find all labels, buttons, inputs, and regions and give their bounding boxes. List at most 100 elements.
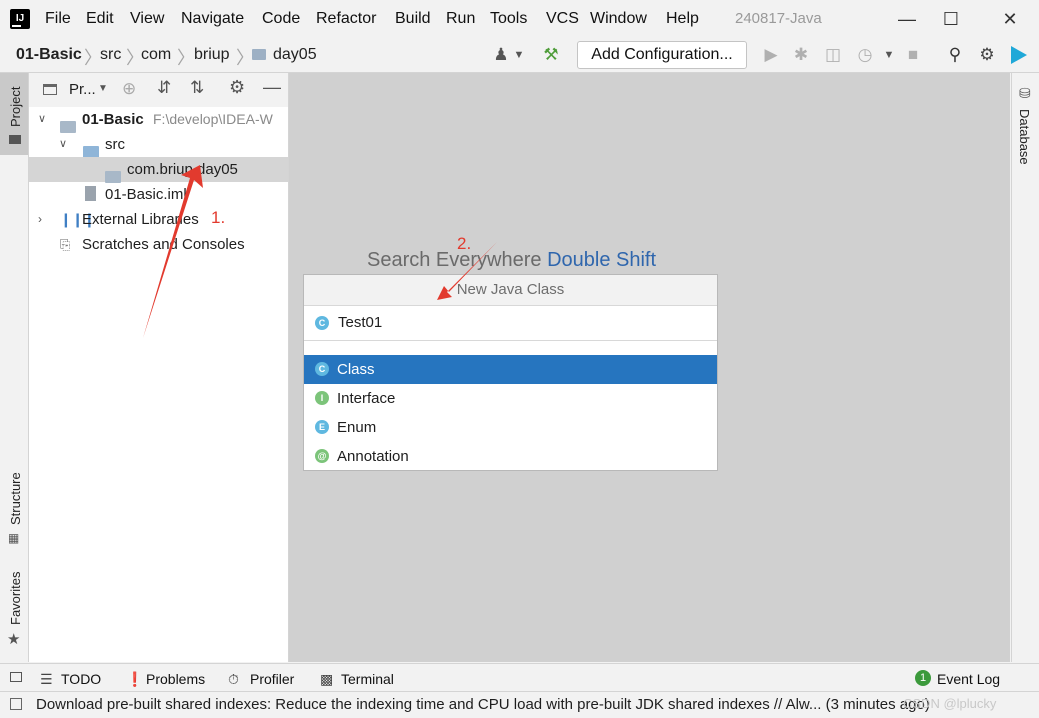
database-tab-label[interactable]: Database <box>1017 109 1032 165</box>
coverage-icon[interactable]: ◫ <box>822 44 844 66</box>
profiler-icon: ⏱ <box>228 671 239 687</box>
event-log-tab[interactable]: Event Log <box>937 671 1000 687</box>
run-icon[interactable]: ▶ <box>760 44 782 66</box>
panel-settings-gear-icon[interactable]: ⚙ <box>229 77 245 98</box>
breadcrumb-briup[interactable]: briup <box>194 46 230 64</box>
class-c-icon: C <box>315 362 329 376</box>
tree-row-package-selected[interactable]: com.briup.day05 <box>29 157 288 184</box>
menu-edit[interactable]: Edit <box>86 10 114 28</box>
kind-option-annotation[interactable]: @ Annotation <box>304 442 717 471</box>
menu-view[interactable]: View <box>130 10 164 28</box>
tree-row-src[interactable]: ∨ src <box>29 132 288 159</box>
left-tool-stripe: Project Structure ▦ Favorites ★ <box>0 73 29 662</box>
breadcrumb-separator-icon: 〉 <box>177 48 195 68</box>
problems-tab[interactable]: Problems <box>146 671 205 687</box>
menu-navigate[interactable]: Navigate <box>181 10 244 28</box>
minimize-icon[interactable]: — <box>896 8 918 30</box>
problems-icon: ❗ <box>126 671 144 687</box>
menu-tools[interactable]: Tools <box>490 10 527 28</box>
menu-window[interactable]: Window <box>590 10 647 28</box>
kind-option-class[interactable]: C Class <box>304 355 717 384</box>
menu-file[interactable]: File <box>45 10 71 28</box>
project-tool-window: Pr... ▼ ⊕ ⇵ ⇅ ⚙ — ∨ 01-Basic F:\develop\… <box>29 73 289 662</box>
scratches-icon: ⎘ <box>60 237 71 252</box>
navigation-bar: 01-Basic 〉 src 〉 com 〉 briup 〉 day05 ♟ ▼… <box>0 38 1039 73</box>
chevron-down-icon[interactable]: ▼ <box>508 44 530 66</box>
toggle-panels-icon[interactable] <box>10 672 22 682</box>
tree-external-libraries-label: External Libraries <box>82 211 199 228</box>
annotation-step-2: 2. <box>457 234 472 253</box>
tree-row-external-libraries[interactable]: › ❙❙❙ External Libraries <box>29 207 288 232</box>
annotation-step-1: 1. <box>211 208 226 227</box>
menu-bar: IJ File Edit View Navigate Code Refactor… <box>0 0 1039 38</box>
add-configuration-button[interactable]: Add Configuration... <box>577 41 747 69</box>
project-folder-icon <box>9 135 21 144</box>
class-name-field[interactable]: C Test01 <box>304 306 717 341</box>
tree-row-iml[interactable]: 01-Basic.iml <box>29 182 288 207</box>
chevron-down-icon[interactable]: ∨ <box>59 132 67 157</box>
kind-label: Interface <box>337 390 396 407</box>
debug-icon[interactable]: ✱ <box>790 44 812 66</box>
breadcrumb-day05[interactable]: day05 <box>273 46 317 64</box>
chevron-down-icon[interactable]: ▼ <box>98 83 108 94</box>
search-hint-shortcut: Double Shift <box>547 249 657 271</box>
breadcrumb-project[interactable]: 01-Basic <box>16 46 82 64</box>
profile-icon[interactable]: ◷ <box>854 44 876 66</box>
menu-vcs[interactable]: VCS <box>546 10 579 28</box>
menu-code[interactable]: Code <box>262 10 300 28</box>
kind-label: Class <box>337 361 375 378</box>
window-title: 240817-Java <box>735 10 822 27</box>
class-c-icon: C <box>315 316 329 330</box>
close-icon[interactable]: ✕ <box>999 8 1021 30</box>
todo-tab[interactable]: TODO <box>61 671 101 687</box>
search-everywhere-hint: Search Everywhere Double Shift <box>367 249 656 272</box>
locate-file-icon[interactable]: ⊕ <box>122 79 136 99</box>
project-view-selector[interactable]: Pr... <box>69 81 96 98</box>
menu-help[interactable]: Help <box>666 10 699 28</box>
enum-e-icon: E <box>315 420 329 434</box>
breadcrumb-com[interactable]: com <box>141 46 171 64</box>
run-options-chevron-icon[interactable]: ▼ <box>878 44 900 66</box>
kind-option-interface[interactable]: I Interface <box>304 384 717 413</box>
menu-run[interactable]: Run <box>446 10 475 28</box>
tree-row-root[interactable]: ∨ 01-Basic F:\develop\IDEA-W <box>29 107 288 134</box>
settings-gear-icon[interactable]: ⚙ <box>976 44 998 66</box>
structure-tab-label[interactable]: Structure <box>8 472 23 525</box>
annotation-at-icon: @ <box>315 449 329 463</box>
iml-file-icon <box>85 186 96 201</box>
kind-option-enum[interactable]: E Enum <box>304 413 717 442</box>
window-icon <box>43 84 57 95</box>
collapse-all-icon[interactable]: ⇅ <box>190 78 204 98</box>
build-hammer-icon[interactable]: ⚒ <box>540 44 562 66</box>
tree-src-label: src <box>105 136 125 153</box>
terminal-tab[interactable]: Terminal <box>341 671 394 687</box>
kind-label: Enum <box>337 419 377 436</box>
stop-icon[interactable]: ■ <box>902 44 924 66</box>
project-panel-header: Pr... ▼ ⊕ ⇵ ⇅ ⚙ — <box>29 73 288 107</box>
search-hint-text: Search Everywhere <box>367 249 542 271</box>
project-tab-label[interactable]: Project <box>8 87 23 127</box>
maximize-icon[interactable]: ☐ <box>940 8 962 30</box>
breadcrumb-src[interactable]: src <box>100 46 121 64</box>
favorites-tab-label[interactable]: Favorites <box>8 572 23 625</box>
search-icon[interactable]: ⚲ <box>944 44 966 66</box>
database-icon: ⛁ <box>1019 85 1031 101</box>
profiler-tab[interactable]: Profiler <box>250 671 294 687</box>
chevron-down-icon[interactable]: ∨ <box>38 107 46 132</box>
hide-panel-icon[interactable]: — <box>263 77 281 98</box>
expand-all-icon[interactable]: ⇵ <box>157 78 171 98</box>
class-name-input[interactable]: Test01 <box>338 314 382 331</box>
tree-row-scratches[interactable]: ⎘ Scratches and Consoles <box>29 232 288 257</box>
tree-root-path: F:\develop\IDEA-W <box>153 111 273 127</box>
intellij-logo-icon[interactable]: IJ <box>10 9 30 29</box>
kind-label: Annotation <box>337 448 409 465</box>
jetbrains-toolbox-icon[interactable] <box>1011 46 1027 64</box>
status-message[interactable]: Download pre-built shared indexes: Reduc… <box>36 696 998 713</box>
watermark: CSDN @lplucky <box>903 696 997 711</box>
status-panel-toggle-icon[interactable] <box>10 698 22 710</box>
bottom-tool-bar: ☰ TODO ❗ Problems ⏱ Profiler ▩ Terminal … <box>0 663 1039 692</box>
terminal-icon: ▩ <box>320 671 334 687</box>
chevron-right-icon[interactable]: › <box>38 207 42 232</box>
menu-refactor[interactable]: Refactor <box>316 10 376 28</box>
menu-build[interactable]: Build <box>395 10 431 28</box>
